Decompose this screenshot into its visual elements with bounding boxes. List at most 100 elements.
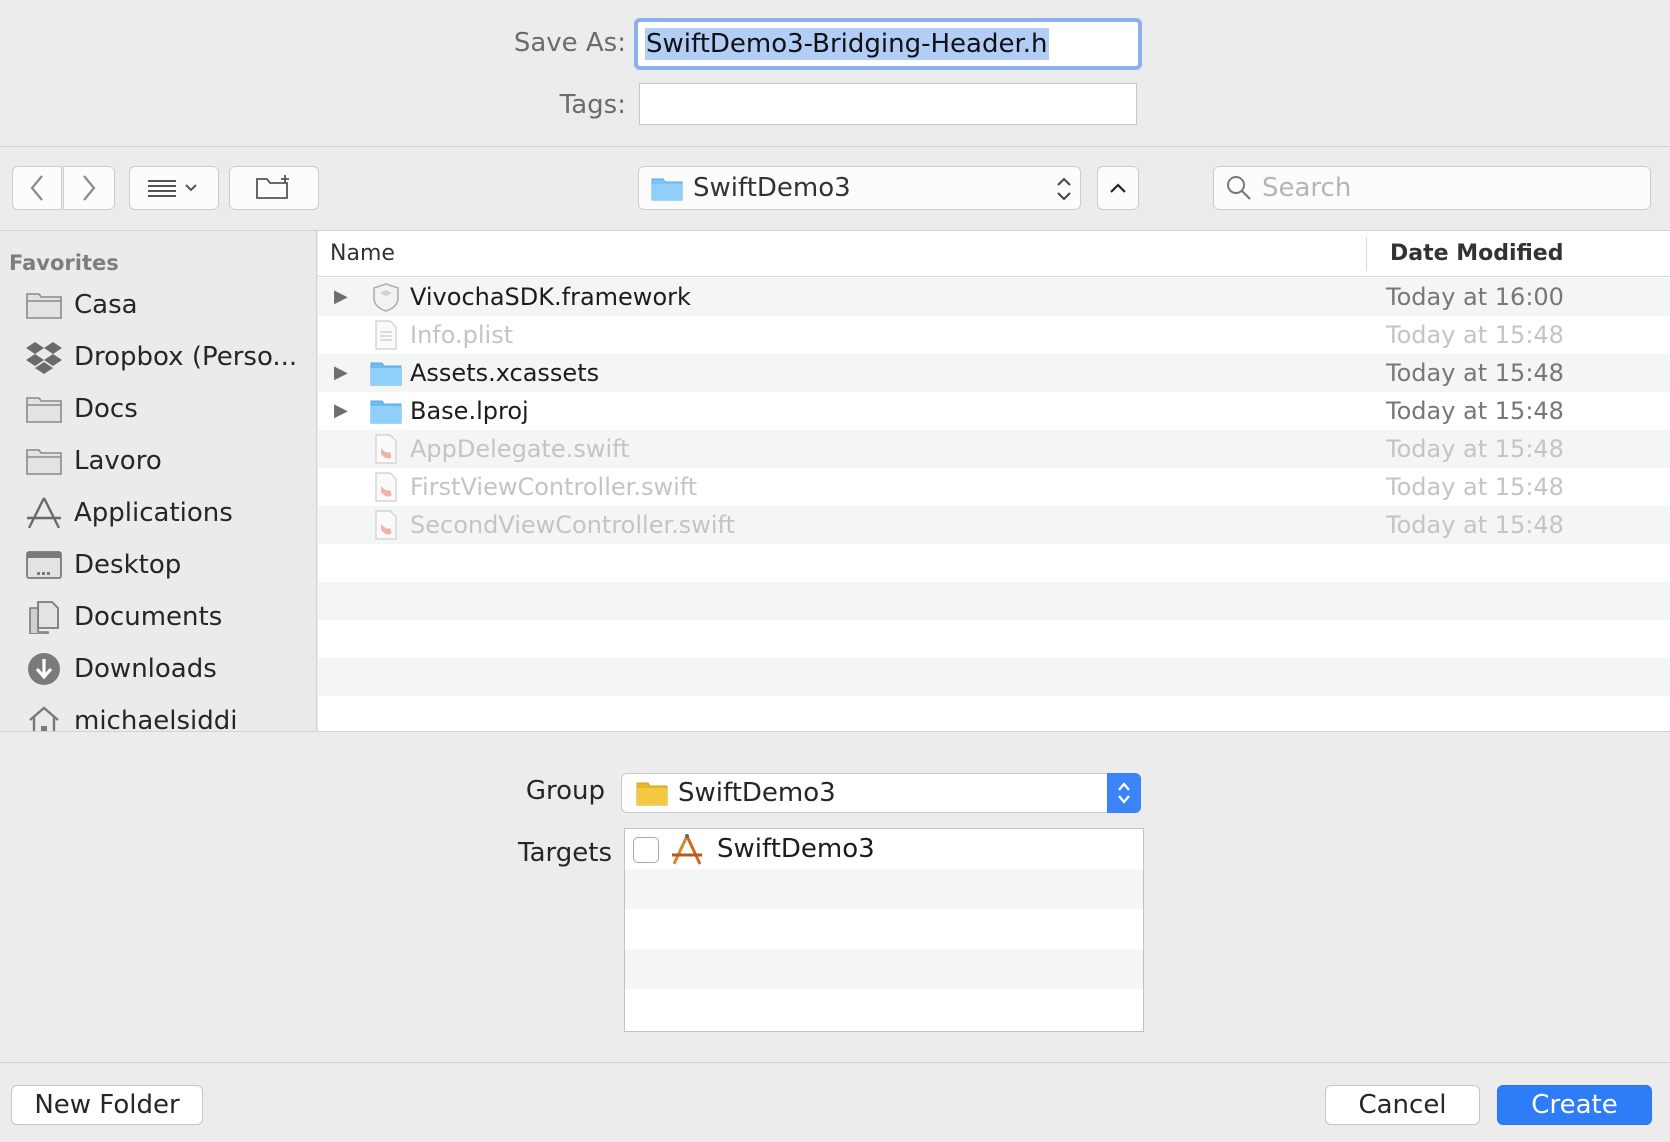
targets-list: SwiftDemo3 — [624, 828, 1144, 1032]
cancel-button[interactable]: Cancel — [1325, 1085, 1480, 1125]
sidebar: Favorites Casa Dropbox (Perso... Docs La… — [0, 231, 317, 731]
folder-icon — [370, 396, 402, 426]
sidebar-item-docs[interactable]: Docs — [24, 389, 314, 429]
divider — [0, 146, 1670, 147]
app-target-icon — [672, 834, 702, 865]
back-button[interactable] — [12, 166, 62, 210]
desktop-icon — [24, 548, 64, 582]
sidebar-item-desktop[interactable]: Desktop — [24, 545, 314, 585]
target-name: SwiftDemo3 — [717, 834, 875, 864]
divider — [0, 1062, 1670, 1063]
target-checkbox[interactable] — [633, 837, 659, 863]
file-row[interactable]: ▶ VivochaSDK.framework Today at 16:00 — [318, 278, 1670, 316]
home-icon — [24, 704, 64, 731]
file-row[interactable]: Info.plist Today at 15:48 — [318, 316, 1670, 354]
list-view-icon — [148, 180, 197, 197]
disclosure-triangle-icon[interactable]: ▶ — [334, 286, 348, 307]
empty-row — [318, 658, 1670, 696]
swift-file-icon — [370, 510, 402, 540]
group-value: SwiftDemo3 — [678, 778, 836, 808]
search-field[interactable] — [1213, 166, 1651, 210]
search-icon — [1227, 176, 1251, 200]
view-options-button[interactable] — [129, 166, 219, 210]
popup-stepper[interactable] — [1107, 773, 1141, 813]
file-name: Info.plist — [410, 321, 514, 349]
sidebar-item-applications[interactable]: Applications — [24, 493, 314, 533]
file-row[interactable]: ▶ Assets.xcassets Today at 15:48 — [318, 354, 1670, 392]
file-date: Today at 15:48 — [1386, 473, 1564, 501]
applications-icon — [24, 496, 64, 530]
save-as-label: Save As: — [513, 28, 626, 58]
tags-label: Tags: — [559, 90, 626, 120]
name-column-header[interactable]: Name — [330, 241, 395, 266]
sidebar-item-downloads[interactable]: Downloads — [24, 649, 314, 689]
file-name: FirstViewController.swift — [410, 473, 698, 501]
create-button[interactable]: Create — [1497, 1085, 1652, 1125]
sidebar-item-label: Dropbox (Perso... — [74, 342, 298, 372]
folder-icon — [636, 782, 668, 806]
file-date: Today at 15:48 — [1386, 397, 1564, 425]
sidebar-item-home[interactable]: michaelsiddi — [24, 701, 314, 731]
new-folder-icon — [256, 175, 289, 199]
sidebar-item-label: Lavoro — [74, 446, 162, 476]
empty-row — [625, 869, 1143, 909]
file-name: AppDelegate.swift — [410, 435, 630, 463]
folder-icon — [24, 444, 64, 478]
search-input[interactable] — [1262, 173, 1642, 203]
location-popup[interactable]: SwiftDemo3 — [638, 166, 1081, 210]
new-folder-toolbar-button[interactable] — [229, 166, 319, 210]
sidebar-item-label: Docs — [74, 394, 138, 424]
disclosure-triangle-icon[interactable]: ▶ — [334, 400, 348, 421]
folder-icon — [370, 358, 402, 388]
sidebar-item-label: Desktop — [74, 550, 182, 580]
file-row[interactable]: SecondViewController.swift Today at 15:4… — [318, 506, 1670, 544]
empty-row — [625, 909, 1143, 949]
folder-icon — [24, 288, 64, 322]
column-header: Name Date Modified — [318, 231, 1670, 277]
file-browser: Name Date Modified ▶ VivochaSDK.framewor… — [318, 231, 1670, 731]
location-label: SwiftDemo3 — [693, 173, 851, 203]
divider — [0, 731, 1670, 732]
sidebar-item-label: Applications — [74, 498, 233, 528]
folder-icon — [651, 178, 683, 201]
sidebar-item-lavoro[interactable]: Lavoro — [24, 441, 314, 481]
group-label: Group — [525, 776, 605, 806]
column-separator[interactable] — [1366, 237, 1367, 271]
file-date: Today at 15:48 — [1386, 321, 1564, 349]
sidebar-heading: Favorites — [9, 251, 119, 275]
sidebar-item-label: Casa — [74, 290, 138, 320]
file-date: Today at 15:48 — [1386, 435, 1564, 463]
updown-arrows-icon — [1057, 177, 1071, 201]
date-column-header[interactable]: Date Modified — [1390, 241, 1563, 266]
swift-file-icon — [370, 472, 402, 502]
new-folder-button[interactable]: New Folder — [11, 1085, 203, 1125]
sidebar-item-label: Downloads — [74, 654, 217, 684]
empty-row — [318, 696, 1670, 731]
target-row[interactable]: SwiftDemo3 — [625, 829, 1143, 869]
empty-row — [625, 989, 1143, 1029]
chevron-left-icon — [30, 175, 43, 201]
file-row[interactable]: ▶ Base.lproj Today at 15:48 — [318, 392, 1670, 430]
downloads-icon — [24, 652, 64, 686]
file-name: VivochaSDK.framework — [410, 283, 691, 311]
file-row[interactable]: FirstViewController.swift Today at 15:48 — [318, 468, 1670, 506]
file-row[interactable]: AppDelegate.swift Today at 15:48 — [318, 430, 1670, 468]
parent-folder-button[interactable] — [1097, 166, 1139, 210]
save-as-field[interactable]: SwiftDemo3-Bridging-Header.h — [634, 18, 1142, 70]
save-as-value[interactable]: SwiftDemo3-Bridging-Header.h — [645, 28, 1049, 60]
group-popup[interactable]: SwiftDemo3 — [621, 773, 1141, 813]
empty-row — [318, 582, 1670, 620]
empty-row — [625, 949, 1143, 989]
plist-icon — [370, 320, 402, 350]
empty-row — [318, 620, 1670, 658]
tags-field[interactable] — [639, 83, 1137, 125]
sidebar-item-documents[interactable]: Documents — [24, 597, 314, 637]
chevron-up-icon — [1110, 183, 1126, 193]
disclosure-triangle-icon[interactable]: ▶ — [334, 362, 348, 383]
targets-label: Targets — [518, 838, 612, 868]
sidebar-item-casa[interactable]: Casa — [24, 285, 314, 325]
sidebar-item-dropbox[interactable]: Dropbox (Perso... — [24, 337, 314, 377]
updown-arrows-icon — [1118, 782, 1130, 804]
file-date: Today at 15:48 — [1386, 359, 1564, 387]
forward-button[interactable] — [63, 166, 115, 210]
